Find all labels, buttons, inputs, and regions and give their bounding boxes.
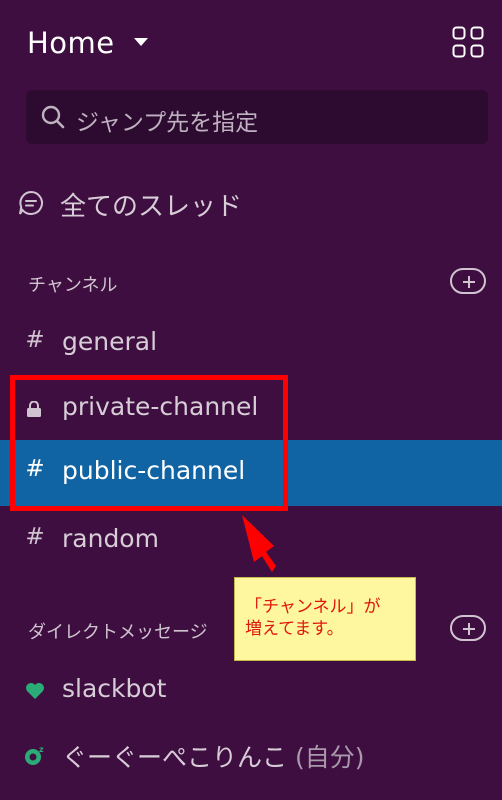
search-icon [41, 105, 65, 129]
away-status-icon: z [25, 745, 44, 765]
workspace-title[interactable]: Home [27, 26, 115, 60]
highlight-box [10, 375, 288, 511]
channel-item-general[interactable]: # general [0, 311, 502, 377]
channel-label: random [62, 524, 159, 553]
hash-icon: # [25, 524, 45, 550]
search-input[interactable]: ジャンプ先を指定 [26, 90, 488, 144]
annotation-line-2: 増えてます。 [245, 619, 344, 639]
threads-icon [19, 190, 43, 215]
channel-item-random[interactable]: # random [0, 508, 502, 574]
hash-icon: # [25, 327, 45, 353]
header: Home [0, 0, 502, 90]
add-channel-button[interactable] [450, 268, 486, 294]
grid-icon[interactable] [452, 26, 484, 58]
annotation-text: 「チャンネル」が 増えてます。 [245, 596, 381, 640]
dm-name: ぐーぐーぺこりんこ [62, 743, 288, 772]
annotation-callout: 「チャンネル」が 増えてます。 [234, 577, 416, 661]
dm-section-title[interactable]: ダイレクトメッセージ [28, 618, 208, 644]
dm-self-suffix: (自分) [294, 743, 365, 772]
dm-label: ぐーぐーぺこりんこ (自分) [62, 738, 364, 774]
heart-icon [26, 683, 44, 699]
annotation-line-1: 「チャンネル」が [245, 597, 381, 617]
all-threads-label: 全てのスレッド [60, 192, 243, 222]
channel-label: general [62, 327, 158, 356]
chevron-down-icon[interactable] [134, 38, 148, 46]
dm-item-self[interactable]: z ぐーぐーぺこりんこ (自分) [0, 722, 502, 788]
channels-section-title[interactable]: チャンネル [28, 271, 117, 297]
dm-label: slackbot [62, 674, 167, 703]
svg-text:z: z [39, 745, 44, 754]
search-placeholder: ジャンプ先を指定 [76, 110, 259, 136]
dm-item-slackbot[interactable]: slackbot [0, 658, 502, 724]
add-dm-button[interactable] [450, 615, 486, 641]
